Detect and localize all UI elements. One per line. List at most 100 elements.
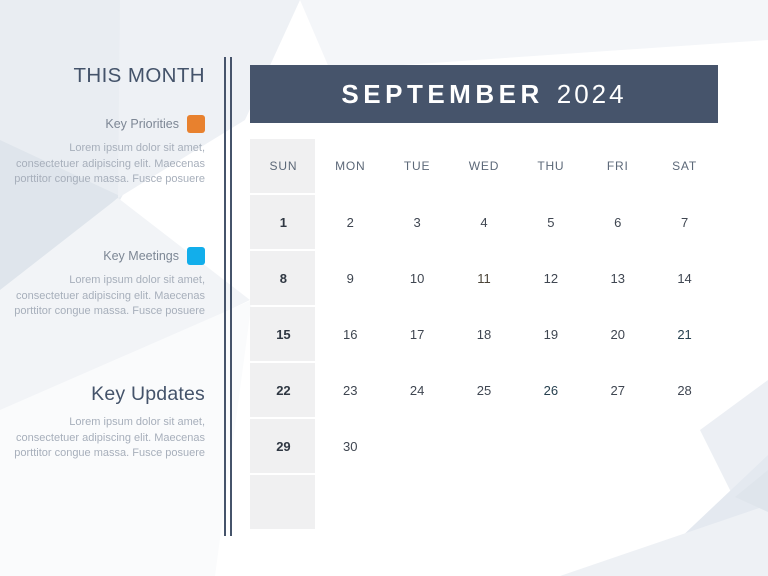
calendar-day-cell[interactable]: 9 (317, 250, 384, 306)
calendar-grid: SUN MON TUE WED THU FRI SAT 1 2 3 4 5 6 7 8 9 10 11 12 13 14… (250, 138, 718, 530)
calendar-day-cell[interactable]: 24 (384, 362, 451, 418)
day-number: 2 (346, 214, 354, 230)
calendar-empty-cell (250, 474, 317, 530)
calendar-day-cell[interactable]: 29 (250, 418, 317, 474)
calendar-empty-cell (584, 474, 651, 530)
day-number: 22 (276, 382, 291, 398)
calendar-empty-cell (451, 418, 518, 474)
legend-body-key-meetings: Lorem ipsum dolor sit amet, consectetuer… (14, 274, 205, 317)
calendar-day-cell[interactable]: 6 (584, 194, 651, 250)
calendar-day-cell[interactable]: 18 (451, 306, 518, 362)
calendar-day-cell[interactable]: 2 (317, 194, 384, 250)
day-number: 15 (276, 326, 291, 342)
calendar-empty-cell (384, 474, 451, 530)
day-number: 21 (677, 326, 692, 342)
calendar-day-cell[interactable]: 30 (317, 418, 384, 474)
day-number: 5 (547, 214, 555, 230)
calendar-day-cell[interactable]: 26 (517, 362, 584, 418)
calendar-empty-cell (651, 418, 718, 474)
calendar-empty-cell (517, 418, 584, 474)
weekday-header-label: THU (537, 159, 565, 173)
key-updates-title: Key Updates (91, 383, 205, 405)
day-number: 30 (343, 438, 358, 454)
legend-item-key-priorities: Key Priorities Lorem ipsum dolor sit ame… (5, 113, 205, 188)
legend-header: Key Priorities (5, 113, 205, 135)
calendar-day-cell[interactable]: 10 (384, 250, 451, 306)
key-updates-body: Lorem ipsum dolor sit amet, consectetuer… (14, 416, 205, 459)
calendar-day-cell[interactable]: 4 (451, 194, 518, 250)
day-number: 9 (346, 270, 354, 286)
calendar-empty-cell (451, 474, 518, 530)
calendar-day-cell[interactable]: 16 (317, 306, 384, 362)
day-number: 14 (677, 270, 692, 286)
calendar-day-cell[interactable]: 23 (317, 362, 384, 418)
weekday-header-label: MON (335, 159, 366, 173)
legend-label-key-priorities: Key Priorities (105, 117, 179, 131)
calendar-empty-cell (317, 474, 384, 530)
day-number: 19 (543, 326, 559, 342)
day-number: 27 (610, 382, 625, 398)
day-number: 12 (543, 270, 559, 286)
calendar-day-cell[interactable]: 17 (384, 306, 451, 362)
weekday-header-label: SAT (672, 159, 697, 173)
day-number: 1 (279, 214, 288, 230)
day-number: 24 (409, 382, 425, 398)
day-number: 8 (279, 270, 288, 286)
weekday-header-label: TUE (403, 159, 431, 173)
calendar-day-cell[interactable]: 1 (250, 194, 317, 250)
key-updates-section: Key Updates Lorem ipsum dolor sit amet, … (5, 383, 205, 462)
legend-swatch-orange (187, 115, 205, 133)
calendar-header-bar: SEPTEMBER 2024 (250, 65, 718, 123)
legend-header: Key Meetings (5, 245, 205, 267)
calendar-day-cell[interactable]: 19 (517, 306, 584, 362)
legend-body-key-priorities: Lorem ipsum dolor sit amet, consectetuer… (14, 142, 205, 185)
calendar-day-cell[interactable]: 11 (451, 250, 518, 306)
calendar-day-cell[interactable]: 5 (517, 194, 584, 250)
day-number: 28 (677, 382, 692, 398)
day-number: 16 (343, 326, 358, 342)
weekday-header-mon: MON (317, 138, 384, 194)
legend-swatch-blue (187, 247, 205, 265)
weekday-header-sun: SUN (250, 138, 317, 194)
weekday-header-label: WED (468, 159, 500, 173)
calendar-day-cell[interactable]: 21 (651, 306, 718, 362)
weekday-header-sat: SAT (651, 138, 718, 194)
day-number: 23 (343, 382, 358, 398)
page-title: THIS MONTH (73, 64, 205, 87)
weekday-header-tue: TUE (384, 138, 451, 194)
day-number: 29 (276, 438, 291, 454)
calendar-day-cell[interactable]: 27 (584, 362, 651, 418)
calendar-empty-cell (584, 418, 651, 474)
divider-rule-left (224, 57, 226, 536)
calendar-day-cell[interactable]: 8 (250, 250, 317, 306)
calendar-day-cell[interactable]: 3 (384, 194, 451, 250)
day-number: 7 (680, 214, 689, 230)
weekday-header-fri: FRI (584, 138, 651, 194)
day-number: 18 (476, 326, 492, 342)
day-number: 4 (480, 214, 488, 230)
calendar-day-cell[interactable]: 15 (250, 306, 317, 362)
calendar-day-cell[interactable]: 7 (651, 194, 718, 250)
day-number: 6 (614, 214, 622, 230)
divider-rule-right (230, 57, 232, 536)
calendar-empty-cell (517, 474, 584, 530)
weekday-header-label: SUN (269, 159, 298, 173)
vertical-divider (224, 57, 233, 536)
calendar-day-cell[interactable]: 12 (517, 250, 584, 306)
day-number: 13 (610, 270, 625, 286)
sidebar: THIS MONTH Key Priorities Lorem ipsum do… (0, 0, 218, 576)
slide-canvas: THIS MONTH Key Priorities Lorem ipsum do… (0, 0, 768, 576)
weekday-header-thu: THU (517, 138, 584, 194)
calendar-day-cell[interactable]: 25 (451, 362, 518, 418)
calendar-day-cell[interactable]: 22 (250, 362, 317, 418)
weekday-header-label: FRI (606, 159, 629, 173)
day-number: 20 (610, 326, 625, 342)
calendar-day-cell[interactable]: 13 (584, 250, 651, 306)
day-number: 26 (543, 382, 559, 398)
calendar-day-cell[interactable]: 28 (651, 362, 718, 418)
calendar: SEPTEMBER 2024 SUN MON TUE WED THU FRI SAT 1 2 3 4… (250, 65, 718, 530)
day-number: 3 (413, 214, 421, 230)
calendar-day-cell[interactable]: 14 (651, 250, 718, 306)
calendar-day-cell[interactable]: 20 (584, 306, 651, 362)
legend-item-key-meetings: Key Meetings Lorem ipsum dolor sit amet,… (5, 245, 205, 320)
